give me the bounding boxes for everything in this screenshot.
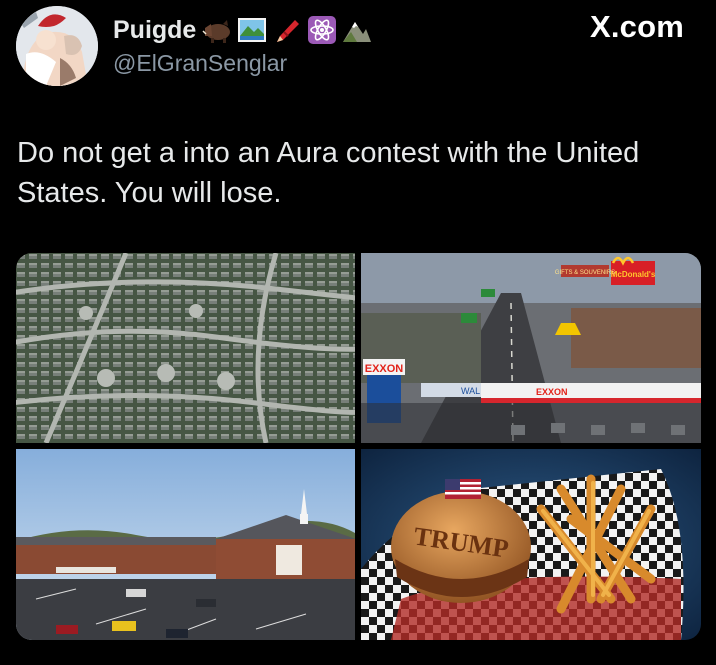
crayon-icon xyxy=(271,14,303,46)
svg-text:EXXON: EXXON xyxy=(365,363,404,375)
display-name-row[interactable]: Puigde xyxy=(113,12,373,48)
avatar[interactable] xyxy=(16,6,98,86)
tweet-text: Do not get a into an Aura contest with t… xyxy=(17,137,640,209)
highway-strip-photo[interactable]: McDonald's GIFTS & SOUVENIRS EXXON EXXON… xyxy=(361,253,701,443)
suburban-aerial-photo[interactable] xyxy=(16,253,355,443)
media-grid: McDonald's GIFTS & SOUVENIRS EXXON EXXON… xyxy=(16,253,701,640)
trump-burger-photo[interactable]: TRUMP xyxy=(361,449,701,640)
author-handle[interactable]: @ElGranSenglar xyxy=(113,50,287,77)
mountain-icon xyxy=(341,14,373,46)
svg-text:EXXON: EXXON xyxy=(536,387,568,397)
display-name[interactable]: Puigde xyxy=(113,16,196,45)
boar-icon xyxy=(201,14,233,46)
church-parking-lot-photo[interactable] xyxy=(16,449,355,640)
svg-text:GIFTS & SOUVENIRS: GIFTS & SOUVENIRS xyxy=(555,270,615,276)
svg-text:McDonald's: McDonald's xyxy=(611,270,656,279)
atom-symbol-icon xyxy=(306,14,338,46)
site-label: X.com xyxy=(589,9,684,44)
national-park-icon xyxy=(236,14,268,46)
svg-text:WAL: WAL xyxy=(461,386,480,396)
